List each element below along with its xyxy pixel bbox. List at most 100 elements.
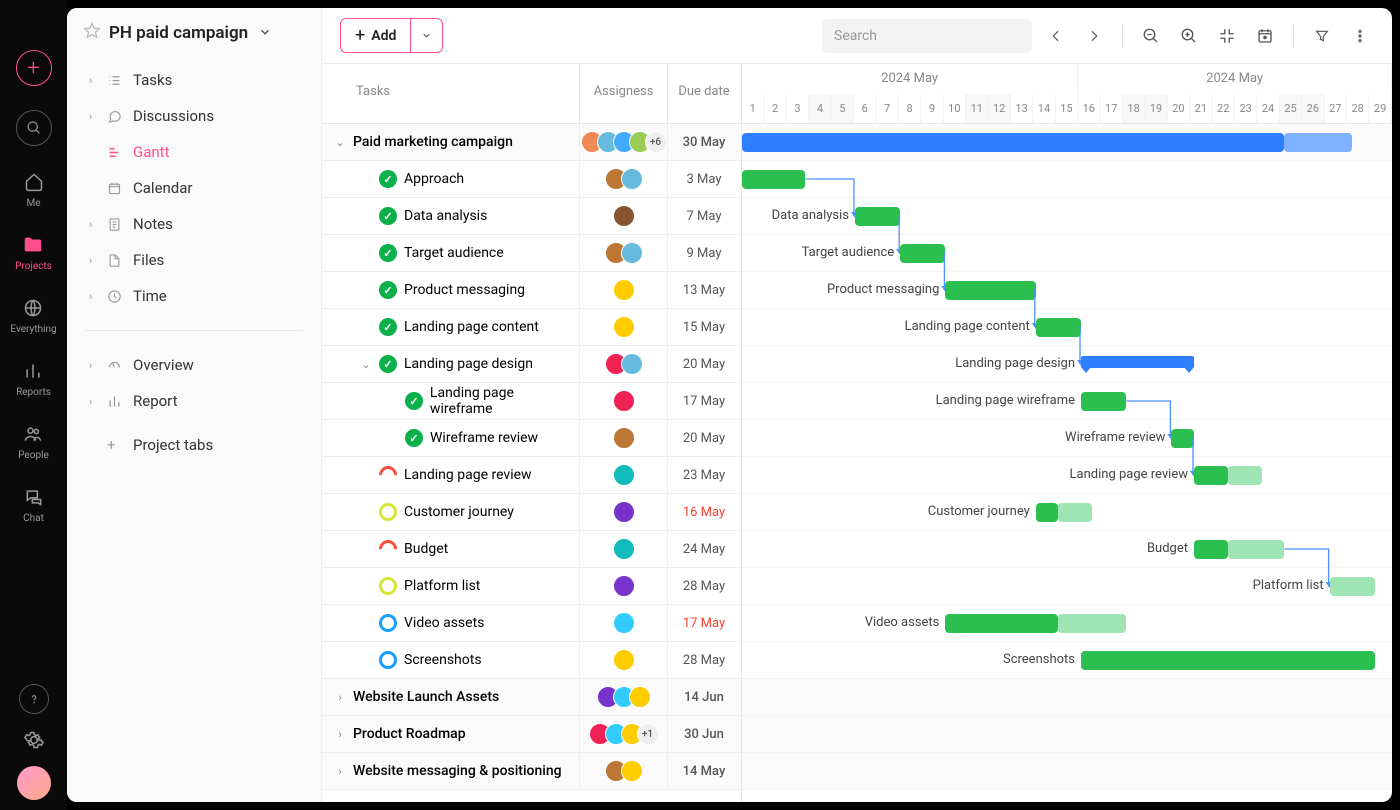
task-row[interactable]: Screenshots28 May [322,642,741,679]
sidebar-tab-calendar[interactable]: Calendar [79,172,309,204]
gantt-bar[interactable] [1171,429,1194,448]
bar-label: Customer journey [928,504,1030,519]
table-header: Tasks Assigness Due date [322,64,741,124]
gantt-group-bar[interactable] [1081,356,1194,368]
zoom-in-button[interactable] [1175,22,1203,50]
task-row[interactable]: Data analysis7 May [322,198,741,235]
tab-label: Time [133,287,167,305]
sidebar-tab-discussions[interactable]: ›Discussions [79,100,309,132]
task-row[interactable]: Customer journey16 May [322,494,741,531]
next-button[interactable] [1080,22,1108,50]
help-icon[interactable] [19,684,49,714]
gantt-bar[interactable] [900,244,945,263]
expand-icon[interactable]: › [334,728,346,741]
add-label: Add [371,28,396,44]
timeline[interactable]: 2024 May2024 May 12345678910111213141516… [742,64,1392,802]
gantt-bar[interactable] [742,170,805,189]
expand-icon[interactable]: › [334,691,346,704]
plus-icon: + [107,436,123,454]
task-row[interactable]: Product messaging13 May [322,272,741,309]
day-cell: 9 [921,94,943,124]
sidebar-tab-gantt[interactable]: Gantt [79,136,309,168]
search-input[interactable]: Search [822,19,1032,53]
due-date: 16 May [668,505,740,520]
gantt-bar[interactable] [1081,392,1126,411]
gantt-bar[interactable] [742,133,1284,152]
header-tasks: Tasks [322,64,580,123]
task-row[interactable]: ⌄Landing page design20 May [322,346,741,383]
expand-icon[interactable]: ⌄ [334,136,346,149]
expand-icon[interactable]: › [334,765,346,778]
task-row[interactable]: Landing page review23 May [322,457,741,494]
timeline-row: Screenshots [742,642,1392,679]
gantt-bar[interactable] [1194,466,1228,485]
sidebar-tab-tasks[interactable]: ›Tasks [79,64,309,96]
gantt-bar[interactable] [1036,318,1081,337]
prev-button[interactable] [1042,22,1070,50]
task-row[interactable]: ›Website Launch Assets14 Jun [322,679,741,716]
star-icon[interactable] [83,22,101,44]
sidebar-tab-time[interactable]: ›Time [79,280,309,312]
task-row[interactable]: Wireframe review20 May [322,420,741,457]
project-tabs: ›Tasks ›Discussions Gantt Calendar ›Notes ›Fi… [67,58,321,318]
add-dropdown[interactable] [410,19,442,52]
collapse-button[interactable] [1213,22,1241,50]
avatar [613,316,635,338]
zoom-out-button[interactable] [1137,22,1165,50]
chevron-down-icon[interactable] [258,24,272,43]
avatar-more: +1 [637,723,659,745]
nav-projects[interactable]: Projects [15,233,52,272]
clock-icon [107,289,123,304]
task-row[interactable]: ›Website messaging & positioning14 May [322,753,741,790]
task-row[interactable]: Landing page wireframe17 May [322,383,741,420]
task-row[interactable]: Approach3 May [322,161,741,198]
today-button[interactable] [1251,22,1279,50]
task-row[interactable]: Budget24 May [322,531,741,568]
bar-label: Video assets [865,615,940,630]
status-icon [379,503,397,521]
nav-chat[interactable]: Chat [22,485,46,524]
sidebar-tab-overview[interactable]: ›Overview [79,349,309,381]
day-cell: 11 [966,94,988,124]
project-sidebar: PH paid campaign ›Tasks ›Discussions Gantt… [67,8,322,802]
gantt-bar[interactable] [945,614,1058,633]
avatar [613,390,635,412]
nav-reports[interactable]: Reports [16,359,51,398]
timeline-row: Platform list [742,568,1392,605]
nav-people[interactable]: People [18,422,49,461]
task-row[interactable]: Landing page content15 May [322,309,741,346]
global-search-button[interactable] [16,110,52,146]
gantt-bar[interactable] [945,281,1035,300]
task-row[interactable]: ›Product Roadmap+130 Jun [322,716,741,753]
add-task-button[interactable]: + Add [341,19,410,52]
chart-icon [21,359,45,383]
sidebar-tab-notes[interactable]: ›Notes [79,208,309,240]
day-cell: 15 [1056,94,1078,124]
sidebar-tab-files[interactable]: ›Files [79,244,309,276]
add-project-tab[interactable]: + Project tabs [79,429,309,461]
avatar [621,760,643,782]
user-avatar[interactable] [17,766,51,800]
more-button[interactable] [1346,22,1374,50]
add-tab-label: Project tabs [133,436,213,454]
gantt-bar[interactable] [1081,651,1375,670]
task-row[interactable]: Target audience9 May [322,235,741,272]
gantt-bar[interactable] [855,207,900,226]
gear-icon[interactable] [22,728,46,752]
filter-button[interactable] [1308,22,1336,50]
sidebar-tab-report[interactable]: ›Report [79,385,309,417]
gantt-bar[interactable] [1194,540,1228,559]
task-row[interactable]: Platform list28 May [322,568,741,605]
add-button[interactable]: + [16,50,52,86]
nav-everything[interactable]: Everything [10,296,56,335]
task-row[interactable]: ⌄Paid marketing campaign+630 May [322,124,741,161]
gantt-view: Tasks Assigness Due date ⌄Paid marketing… [322,64,1392,802]
bar-label: Landing page design [955,356,1075,371]
nav-me[interactable]: Me [22,170,46,209]
gantt-bar[interactable] [1036,503,1059,522]
day-cell: 16 [1078,94,1100,124]
home-icon [22,170,46,194]
expand-icon[interactable]: ⌄ [360,358,372,371]
task-row[interactable]: Video assets17 May [322,605,741,642]
project-header[interactable]: PH paid campaign [67,8,321,58]
